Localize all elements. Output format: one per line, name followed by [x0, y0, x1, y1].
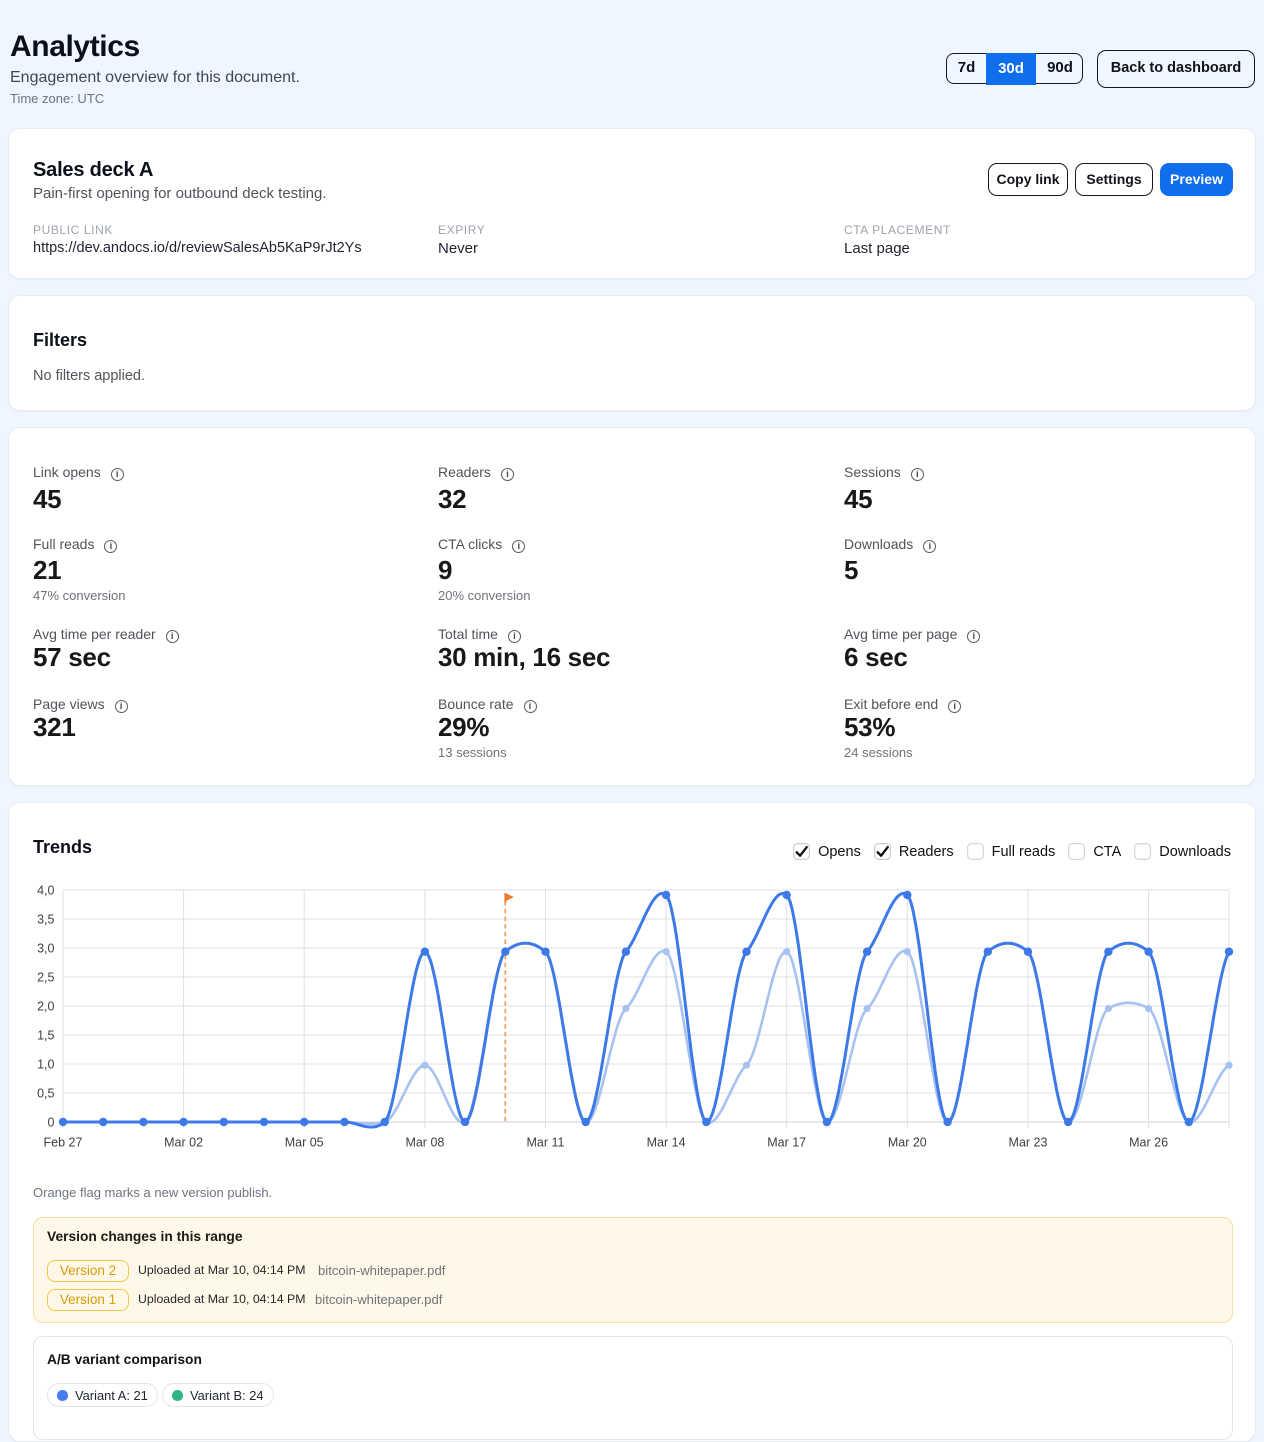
svg-text:0: 0 [48, 1115, 55, 1129]
svg-text:1,0: 1,0 [37, 1057, 54, 1071]
svg-text:Mar 02: Mar 02 [164, 1136, 203, 1150]
svg-text:Mar 14: Mar 14 [647, 1136, 686, 1150]
svg-text:Mar 17: Mar 17 [767, 1136, 806, 1150]
svg-text:Feb 27: Feb 27 [44, 1136, 83, 1150]
svg-text:1,5: 1,5 [37, 1028, 54, 1042]
svg-text:Mar 08: Mar 08 [405, 1136, 444, 1150]
svg-text:2,5: 2,5 [37, 970, 54, 984]
svg-text:Mar 20: Mar 20 [888, 1136, 927, 1150]
svg-text:2,0: 2,0 [37, 999, 54, 1013]
svg-text:4,0: 4,0 [37, 883, 54, 897]
svg-text:3,5: 3,5 [37, 912, 54, 926]
svg-text:Mar 23: Mar 23 [1009, 1136, 1048, 1150]
svg-text:Mar 11: Mar 11 [527, 1136, 565, 1150]
svg-text:Mar 05: Mar 05 [285, 1136, 324, 1150]
svg-text:0,5: 0,5 [37, 1086, 54, 1100]
svg-text:Mar 26: Mar 26 [1129, 1136, 1168, 1150]
svg-text:3,0: 3,0 [37, 941, 54, 955]
